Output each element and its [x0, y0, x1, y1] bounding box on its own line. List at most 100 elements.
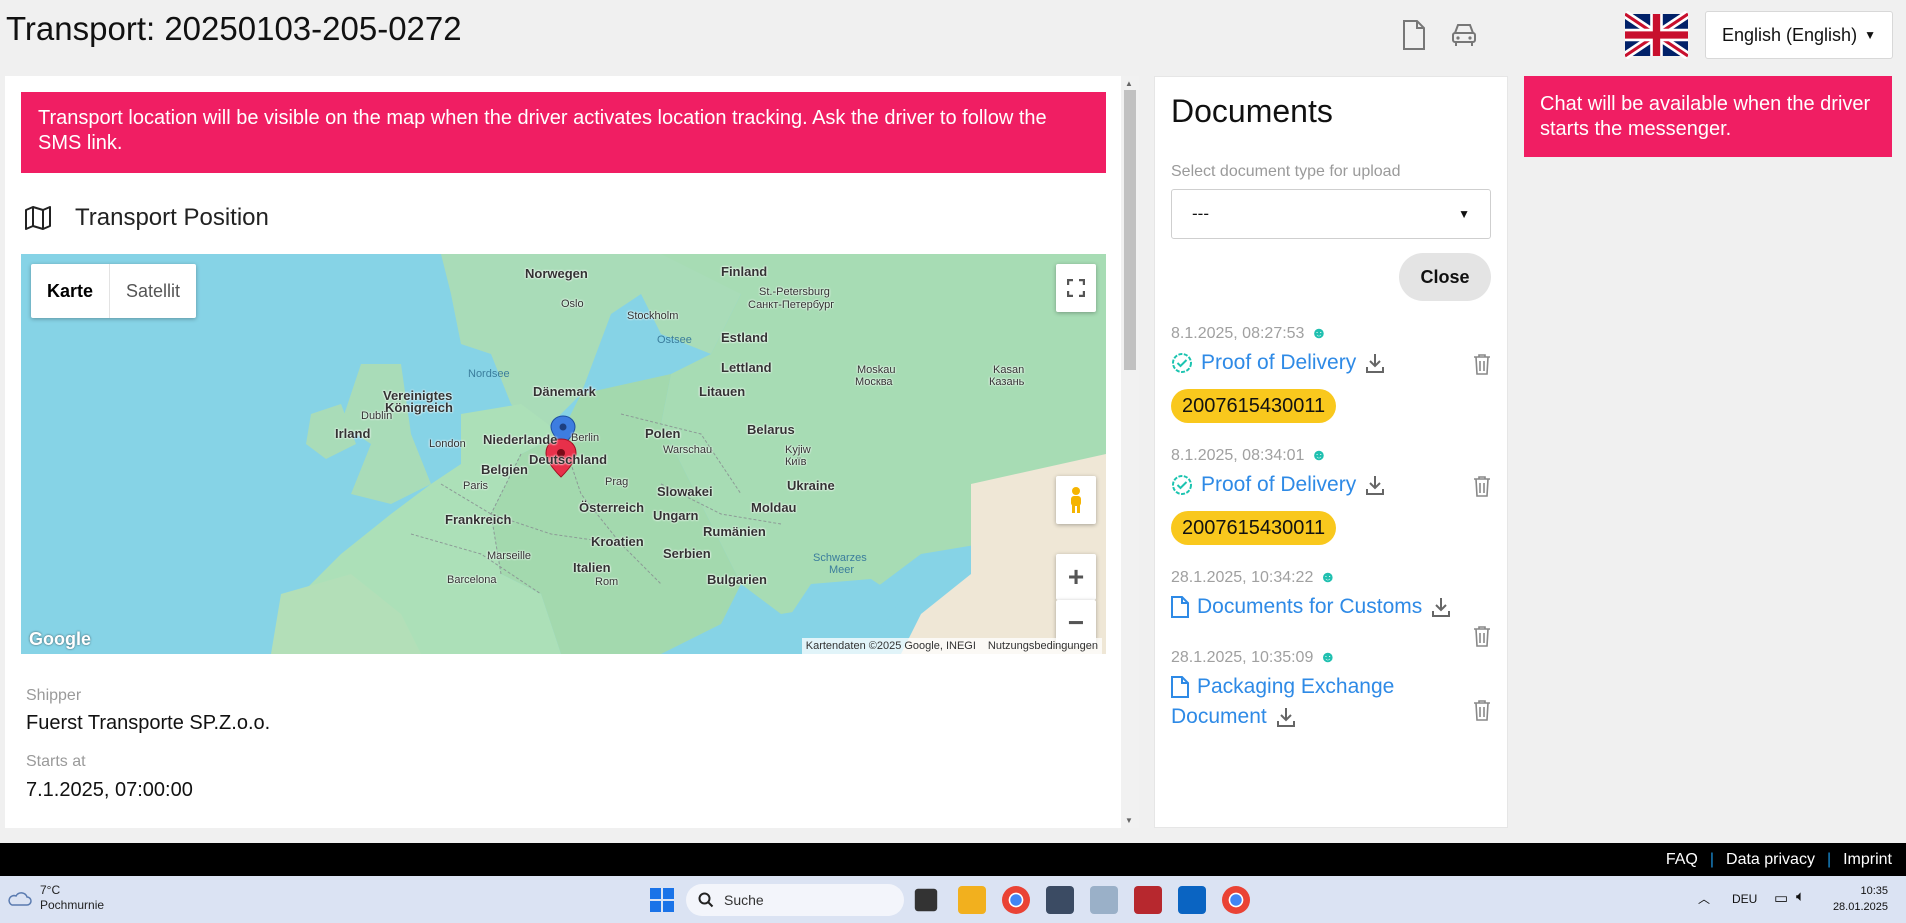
- task-view-icon[interactable]: [914, 888, 938, 912]
- document-item[interactable]: Packaging Exchange: [1171, 675, 1394, 699]
- chrome-profile-icon[interactable]: [1222, 886, 1250, 914]
- map-label-marseille: Marseille: [487, 550, 532, 562]
- map-label-estland: Estland: [721, 330, 768, 345]
- clock[interactable]: 10:35 28.01.2025: [1833, 883, 1888, 915]
- street-view-button[interactable]: [1056, 476, 1096, 524]
- footer-separator: |: [1709, 850, 1715, 868]
- calculator-icon[interactable]: [1046, 886, 1074, 914]
- document-item[interactable]: Documents for Customs: [1171, 595, 1452, 619]
- map-label-dublin: Dublin: [361, 410, 393, 422]
- faq-link[interactable]: FAQ: [1666, 851, 1698, 869]
- document-item[interactable]: Proof of Delivery: [1171, 351, 1386, 375]
- scroll-thumb[interactable]: [1124, 90, 1136, 370]
- transport-position-header: Transport Position: [25, 204, 269, 232]
- document-name[interactable]: Proof of Delivery: [1201, 351, 1356, 375]
- map-label-berlin: Berlin: [571, 432, 600, 444]
- document-type-label: Select document type for upload: [1171, 163, 1401, 180]
- language-select[interactable]: English (English) ▼: [1705, 11, 1893, 59]
- map-label-daenemark: Dänemark: [533, 384, 596, 399]
- volume-icon[interactable]: 🔈︎: [1796, 888, 1805, 905]
- document-date: 8.1.2025, 08:27:53 ☻: [1171, 325, 1327, 343]
- file-icon: [1171, 596, 1189, 618]
- privacy-link[interactable]: Data privacy: [1726, 851, 1815, 869]
- file-explorer-icon[interactable]: [958, 886, 986, 914]
- map-label-stpetersburg-ru: Санкт-Петербург: [748, 299, 835, 311]
- document-item[interactable]: Proof of Delivery: [1171, 473, 1386, 497]
- document-date-text: 8.1.2025, 08:27:53: [1171, 325, 1305, 342]
- map-type-satellite-button[interactable]: Satellit: [110, 264, 196, 318]
- document-date: 28.1.2025, 10:35:09 ☻: [1171, 649, 1336, 667]
- map-label-litauen: Litauen: [699, 384, 746, 399]
- document-icon[interactable]: [1399, 20, 1429, 50]
- trash-icon[interactable]: [1473, 699, 1491, 721]
- taskbar-search-text: Suche: [724, 892, 764, 908]
- document-name[interactable]: Documents for Customs: [1197, 595, 1422, 619]
- app-icon[interactable]: [1090, 886, 1118, 914]
- fullscreen-button[interactable]: [1056, 264, 1096, 312]
- download-icon[interactable]: [1364, 474, 1386, 496]
- weather-temp: 7°C: [40, 883, 61, 897]
- access-icon[interactable]: [1134, 886, 1162, 914]
- weather-widget[interactable]: 7°C Pochmurnie: [6, 883, 104, 913]
- car-icon[interactable]: [1449, 20, 1479, 50]
- map-label-barcelona: Barcelona: [447, 574, 497, 586]
- map-label-warschau: Warschau: [663, 444, 713, 456]
- search-icon: [698, 892, 714, 908]
- close-button[interactable]: Close: [1399, 253, 1491, 301]
- map-label-paris: Paris: [463, 480, 489, 492]
- outlook-icon[interactable]: [1178, 886, 1206, 914]
- cloud-icon: [8, 892, 32, 906]
- footer: FAQ | Data privacy | Imprint: [0, 843, 1906, 876]
- document-tag: 2007615430011: [1171, 389, 1337, 423]
- map-label-kyjiw: Kyjiw: [785, 444, 811, 456]
- scroll-down-icon[interactable]: ▼: [1125, 816, 1133, 825]
- transport-position-title: Transport Position: [75, 204, 269, 231]
- chrome-icon[interactable]: [1002, 886, 1030, 914]
- trash-icon[interactable]: [1473, 475, 1491, 497]
- windows-start-icon[interactable]: [648, 886, 676, 914]
- driver-face-icon: ☻: [1319, 569, 1337, 586]
- taskbar-search[interactable]: Suche: [686, 884, 904, 916]
- download-icon[interactable]: [1364, 352, 1386, 374]
- download-icon[interactable]: [1275, 706, 1297, 728]
- map-label-rumaenien: Rumänien: [703, 524, 766, 539]
- trash-icon[interactable]: [1473, 353, 1491, 375]
- uk-flag-icon[interactable]: [1622, 10, 1691, 60]
- document-name[interactable]: Document: [1171, 705, 1267, 729]
- map-terms-link[interactable]: Nutzungsbedingungen: [988, 640, 1098, 652]
- map-label-bulgarien: Bulgarien: [707, 572, 767, 587]
- trash-icon[interactable]: [1473, 625, 1491, 647]
- map-label-stpetersburg: St.-Petersburg: [759, 286, 830, 298]
- imprint-link[interactable]: Imprint: [1843, 851, 1892, 869]
- chevron-down-icon: ▼: [1458, 207, 1470, 221]
- page-header: Transport: 20250103-205-0272 English (En…: [0, 0, 1906, 72]
- location-alert: Transport location will be visible on th…: [21, 92, 1106, 173]
- transport-map[interactable]: Finland Norwegen St.-Petersburg Санкт-Пе…: [21, 254, 1106, 654]
- document-name[interactable]: Proof of Delivery: [1201, 473, 1356, 497]
- map-label-slowakei: Slowakei: [657, 484, 713, 499]
- clock-time: 10:35: [1860, 885, 1888, 897]
- zoom-in-button[interactable]: +: [1056, 554, 1096, 600]
- map-label-kazan: Казань: [989, 376, 1025, 388]
- scroll-up-icon[interactable]: ▲: [1125, 79, 1133, 88]
- left-scrollbar[interactable]: ▲ ▼: [1121, 76, 1139, 828]
- document-name[interactable]: Packaging Exchange: [1197, 675, 1394, 699]
- document-date-text: 28.1.2025, 10:35:09: [1171, 649, 1314, 666]
- driver-face-icon: ☻: [1310, 447, 1328, 464]
- document-item-line2[interactable]: Document: [1171, 705, 1297, 729]
- download-icon[interactable]: [1430, 596, 1452, 618]
- clock-date: 28.01.2025: [1832, 901, 1888, 913]
- verified-badge-icon: [1172, 353, 1192, 373]
- keyboard-language[interactable]: DEU: [1732, 892, 1757, 906]
- document-tag: 2007615430011: [1171, 511, 1337, 545]
- map-label-moskva: Москва: [855, 376, 893, 388]
- map-label-finland: Finland: [721, 264, 768, 279]
- document-type-select[interactable]: --- ▼: [1171, 189, 1491, 239]
- verified-badge-icon: [1172, 475, 1192, 495]
- network-icon[interactable]: ▭: [1774, 889, 1788, 907]
- map-label-oslo: Oslo: [561, 298, 584, 310]
- shipper-value: Fuerst Transporte SP.Z.o.o.: [26, 712, 271, 734]
- chevron-up-icon[interactable]: ︿: [1698, 890, 1710, 907]
- plus-icon: +: [1067, 561, 1085, 592]
- map-type-map-button[interactable]: Karte: [31, 264, 111, 318]
